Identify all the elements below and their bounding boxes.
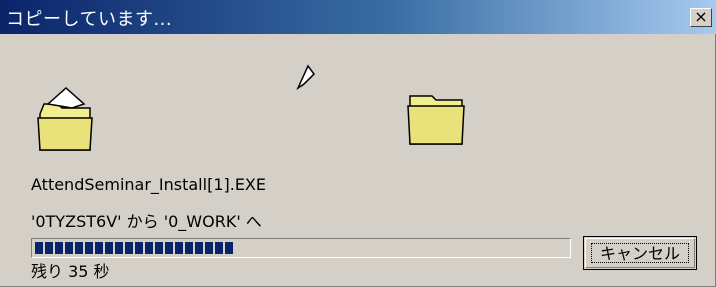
progress-block	[195, 242, 203, 254]
progress-block	[125, 242, 133, 254]
close-button[interactable]: ×	[690, 8, 712, 27]
time-remaining: 残り 35 秒	[31, 262, 110, 281]
progress-block	[85, 242, 93, 254]
progress-block	[75, 242, 83, 254]
file-name: AttendSeminar_Install[1].EXE	[31, 175, 266, 194]
progress-block	[205, 242, 213, 254]
progress-block	[115, 242, 123, 254]
progress-bar	[31, 238, 571, 258]
cancel-button[interactable]: キャンセル	[583, 236, 697, 270]
progress-block	[155, 242, 163, 254]
cancel-button-label: キャンセル	[591, 243, 689, 263]
progress-block	[225, 242, 233, 254]
window-title: コピーしています...	[6, 9, 173, 30]
flying-paper-icon	[296, 64, 315, 91]
source-destination-text: '0TYZST6V' から '0_WORK' へ	[31, 212, 262, 231]
source-folder-icon	[37, 86, 93, 151]
destination-folder-icon	[407, 95, 465, 145]
progress-block	[55, 242, 63, 254]
progress-block	[145, 242, 153, 254]
progress-block	[45, 242, 53, 254]
progress-fill	[35, 242, 233, 254]
progress-block	[215, 242, 223, 254]
progress-block	[95, 242, 103, 254]
progress-block	[135, 242, 143, 254]
copy-animation	[37, 64, 465, 151]
progress-block	[65, 242, 73, 254]
progress-block	[105, 242, 113, 254]
progress-block	[185, 242, 193, 254]
title-bar[interactable]: コピーしています... ×	[0, 0, 716, 34]
progress-block	[35, 242, 43, 254]
copy-dialog: コピーしています... × AttendSeminar_Install[1].E…	[0, 0, 716, 287]
progress-block	[175, 242, 183, 254]
progress-block	[165, 242, 173, 254]
